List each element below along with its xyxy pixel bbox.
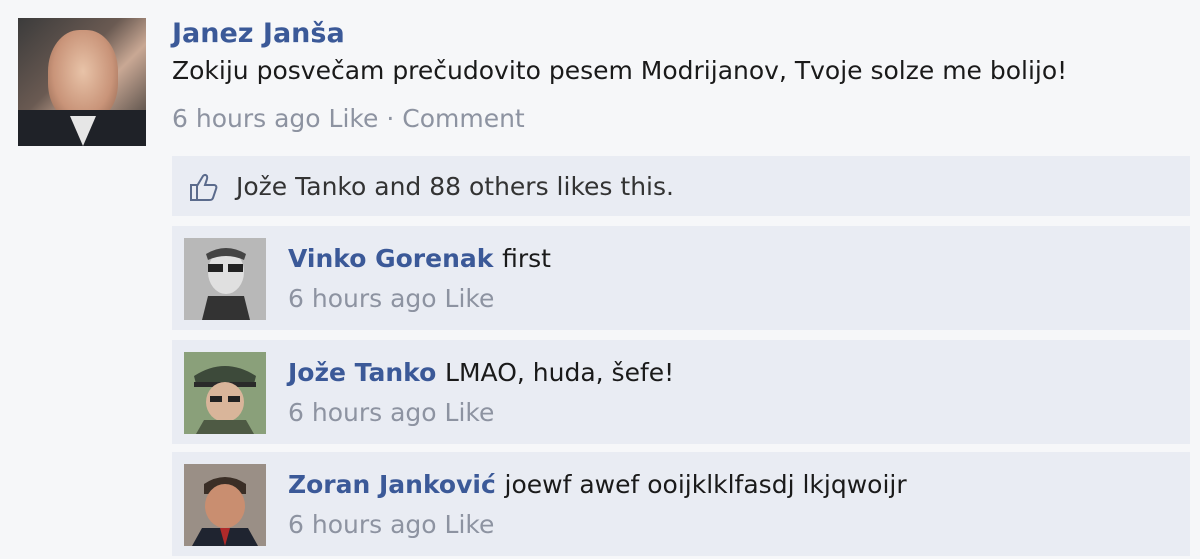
- comment-like-link[interactable]: Like: [445, 398, 495, 427]
- post-text: Zokiju posvečam prečudovito pesem Modrij…: [172, 56, 1068, 85]
- comment-meta: 6 hours ago Like: [288, 398, 494, 427]
- post-author-name[interactable]: Janez Janša: [172, 18, 345, 49]
- comment-meta: 6 hours ago Like: [288, 510, 494, 539]
- commenter-avatar[interactable]: [184, 352, 266, 434]
- comment-timestamp[interactable]: 6 hours ago: [288, 284, 437, 313]
- commenter-name-link[interactable]: Zoran Janković: [288, 470, 496, 499]
- commenter-name: Jože Tanko LMAO, huda, šefe!: [288, 358, 674, 387]
- comment: Zoran Janković joewf awef ooijklklfasdj …: [172, 452, 1190, 556]
- comment-timestamp[interactable]: 6 hours ago: [288, 510, 437, 539]
- commenter-name: Vinko Gorenak first: [288, 244, 551, 273]
- meta-separator: ·: [386, 104, 395, 133]
- comment-meta: 6 hours ago Like: [288, 284, 494, 313]
- likes-summary: Jože Tanko and 88 others likes this.: [172, 156, 1190, 218]
- comment-like-link[interactable]: Like: [445, 284, 495, 313]
- comment-text: first: [502, 244, 551, 273]
- commenter-name-link[interactable]: Vinko Gorenak: [288, 244, 493, 273]
- post-meta: 6 hours ago Like · Comment: [172, 104, 525, 133]
- post-author-avatar[interactable]: [18, 18, 146, 146]
- likes-text[interactable]: Jože Tanko and 88 others likes this.: [236, 172, 674, 201]
- commenter-name: Zoran Janković joewf awef ooijklklfasdj …: [288, 470, 907, 499]
- commenter-avatar[interactable]: [184, 238, 266, 320]
- comment-text: LMAO, huda, šefe!: [445, 358, 675, 387]
- post-like-link[interactable]: Like: [329, 104, 379, 133]
- post-timestamp[interactable]: 6 hours ago: [172, 104, 321, 133]
- commenter-name-link[interactable]: Jože Tanko: [288, 358, 436, 387]
- comment-timestamp[interactable]: 6 hours ago: [288, 398, 437, 427]
- comment: Vinko Gorenak first 6 hours ago Like: [172, 226, 1190, 330]
- commenter-avatar[interactable]: [184, 464, 266, 546]
- post-comment-link[interactable]: Comment: [402, 104, 525, 133]
- thumbs-up-icon: [190, 174, 218, 201]
- comment-like-link[interactable]: Like: [445, 510, 495, 539]
- comment: Jože Tanko LMAO, huda, šefe! 6 hours ago…: [172, 340, 1190, 444]
- comment-text: joewf awef ooijklklfasdj lkjqwoijr: [504, 470, 907, 499]
